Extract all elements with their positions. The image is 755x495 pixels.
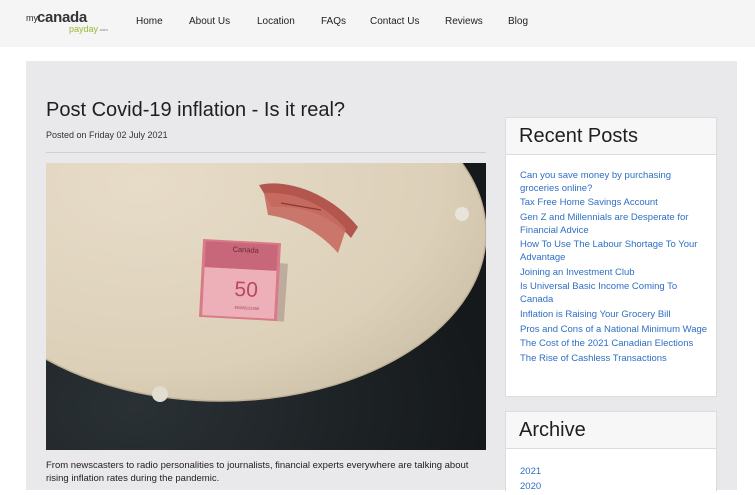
nav-faqs[interactable]: FAQs bbox=[321, 16, 346, 27]
recent-post-link[interactable]: Inflation is Raising Your Grocery Bill bbox=[520, 309, 708, 322]
recent-posts-title: Recent Posts bbox=[519, 125, 638, 147]
nav-home[interactable]: Home bbox=[136, 16, 163, 27]
recent-post-link[interactable]: The Rise of Cashless Transactions bbox=[520, 353, 708, 366]
nav-reviews[interactable]: Reviews bbox=[445, 16, 483, 27]
archive-year-link[interactable]: 2020 bbox=[520, 481, 541, 494]
recent-post-link[interactable]: Gen Z and Millennials are Desperate for … bbox=[520, 212, 708, 237]
recent-post-link[interactable]: Is Universal Basic Income Coming To Cana… bbox=[520, 281, 708, 306]
nav-location[interactable]: Location bbox=[257, 16, 295, 27]
recent-post-link[interactable]: Pros and Cons of a National Minimum Wage bbox=[520, 324, 708, 337]
archive-list: 2021 2020 bbox=[520, 466, 541, 495]
recent-posts-header: Recent Posts bbox=[506, 118, 716, 155]
site-header: my canada payday .com Home About Us Loca… bbox=[0, 0, 755, 47]
recent-post-link[interactable]: Can you save money by purchasing groceri… bbox=[520, 170, 708, 195]
site-logo[interactable]: my canada payday .com bbox=[26, 9, 116, 35]
recent-post-link[interactable]: Tax Free Home Savings Account bbox=[520, 197, 708, 210]
nav-contact-us[interactable]: Contact Us bbox=[370, 16, 419, 27]
money-on-plate-illustration: Canada 50 EBW0123456 bbox=[46, 163, 486, 450]
recent-posts-list: Can you save money by purchasing groceri… bbox=[520, 170, 708, 368]
post-excerpt: From newscasters to radio personalities … bbox=[46, 460, 469, 484]
archive-title: Archive bbox=[519, 419, 586, 441]
recent-post-link[interactable]: How To Use The Labour Shortage To Your A… bbox=[520, 239, 708, 264]
banknote-label: Canada bbox=[232, 245, 260, 255]
post-featured-image: Canada 50 EBW0123456 bbox=[46, 163, 486, 450]
recent-post-link[interactable]: Joining an Investment Club bbox=[520, 267, 708, 280]
logo-com-text: .com bbox=[99, 27, 108, 32]
post-title: Post Covid-19 inflation - Is it real? bbox=[46, 99, 346, 121]
recent-post-link[interactable]: The Cost of the 2021 Canadian Elections bbox=[520, 338, 708, 351]
nav-blog[interactable]: Blog bbox=[508, 16, 528, 27]
recent-posts-card: Recent Posts Can you save money by purch… bbox=[505, 117, 717, 397]
nav-about-us[interactable]: About Us bbox=[189, 16, 230, 27]
folded-banknote: Canada 50 EBW0123456 bbox=[199, 239, 288, 322]
archive-year-link[interactable]: 2021 bbox=[520, 466, 541, 479]
logo-payday-text: payday bbox=[69, 24, 99, 34]
post-divider bbox=[46, 152, 486, 153]
archive-header: Archive bbox=[506, 412, 716, 449]
banknote-value: 50 bbox=[234, 278, 259, 302]
archive-card: Archive 2021 2020 bbox=[505, 411, 717, 492]
post-date: Posted on Friday 02 July 2021 bbox=[46, 130, 168, 140]
